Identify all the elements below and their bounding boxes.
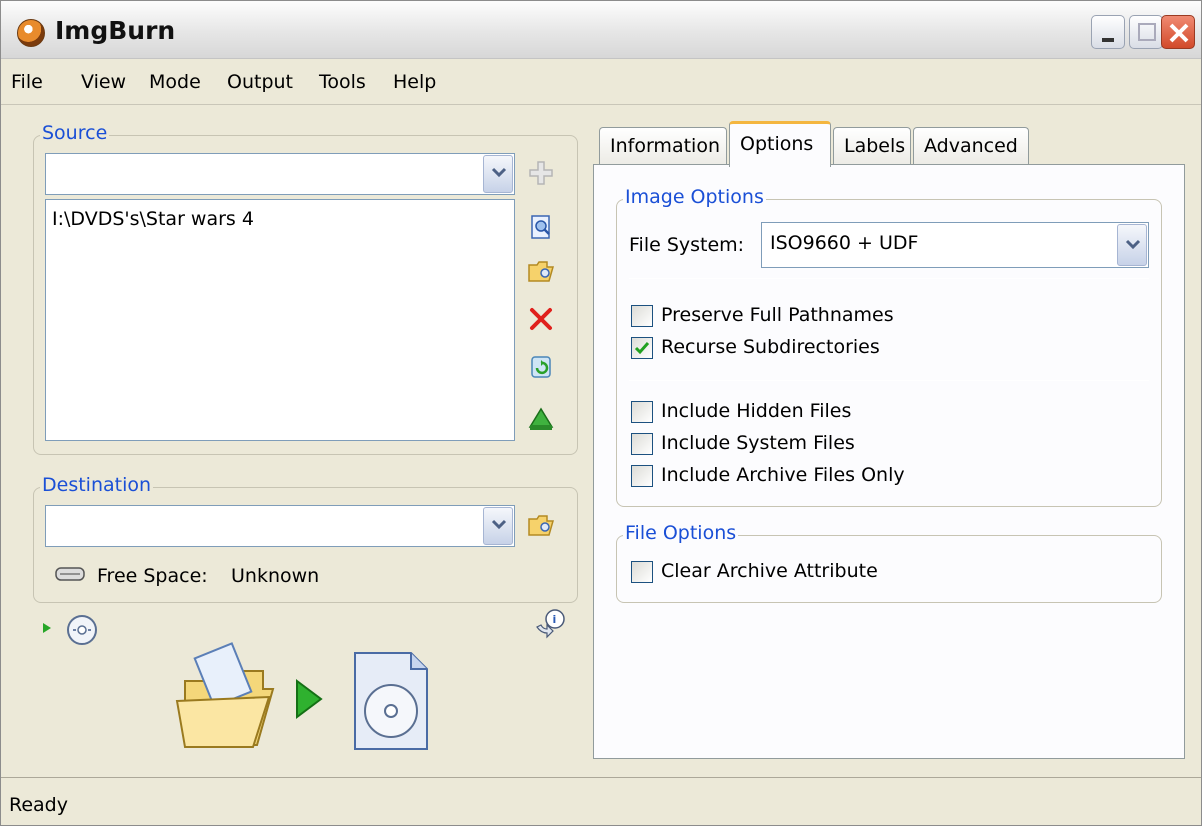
build-icon: [175, 642, 428, 750]
source-list-item[interactable]: I:\DVDS's\Star wars 4: [52, 208, 254, 230]
browse-folder-icon[interactable]: [527, 257, 555, 285]
source-combo[interactable]: [45, 153, 515, 195]
delete-icon[interactable]: [527, 305, 555, 333]
minimize-icon: [1102, 38, 1114, 42]
destination-dropdown-button[interactable]: [483, 507, 513, 545]
image-options-label: Image Options: [623, 186, 766, 208]
checkbox-box[interactable]: [631, 465, 653, 487]
refresh-icon[interactable]: [527, 353, 555, 381]
chevron-down-icon: [1125, 239, 1141, 250]
source-dropdown-button[interactable]: [483, 155, 513, 193]
checkbox-box[interactable]: [631, 433, 653, 455]
menu-help[interactable]: Help: [393, 71, 436, 93]
window-title: ImgBurn: [55, 16, 176, 45]
file-system-combo[interactable]: ISO9660 + UDF: [761, 222, 1149, 268]
options-panel: Image Options File System: ISO9660 + UDF…: [593, 164, 1185, 759]
file-options-label: File Options: [623, 522, 739, 544]
status-text: Ready: [9, 794, 68, 816]
status-bar: Ready: [1, 777, 1201, 825]
free-space-label: Free Space:: [97, 565, 208, 587]
imgburn-window: ImgBurn File View Mode Output Tools Help…: [0, 0, 1202, 826]
checkbox-box[interactable]: [631, 337, 653, 359]
maximize-button[interactable]: [1129, 15, 1163, 49]
title-bar[interactable]: ImgBurn: [1, 1, 1201, 59]
close-icon: [1169, 23, 1189, 43]
expand-arrow-icon[interactable]: [41, 621, 53, 635]
destination-browse-folder-icon[interactable]: [527, 511, 555, 539]
menu-file[interactable]: File: [11, 71, 43, 93]
close-button[interactable]: [1161, 15, 1195, 49]
menu-bar: File View Mode Output Tools Help: [1, 59, 1201, 105]
menu-view[interactable]: View: [81, 71, 126, 93]
tab-options[interactable]: Options: [729, 121, 831, 167]
file-options-group: File Options Clear Archive Attribute: [616, 522, 1162, 603]
plus-icon[interactable]: [527, 159, 555, 187]
free-space-value: Unknown: [231, 565, 320, 587]
tab-advanced[interactable]: Advanced: [913, 127, 1029, 165]
menu-output[interactable]: Output: [227, 71, 293, 93]
minimize-button[interactable]: [1091, 15, 1125, 49]
calculate-icon[interactable]: [527, 405, 555, 433]
file-system-value: ISO9660 + UDF: [770, 232, 919, 254]
disc-icon[interactable]: [65, 613, 99, 647]
separator: [629, 278, 1149, 279]
source-label: Source: [40, 122, 110, 144]
destination-combo[interactable]: [45, 505, 515, 547]
checkbox-box[interactable]: [631, 305, 653, 327]
image-options-group: Image Options File System: ISO9660 + UDF…: [616, 186, 1162, 507]
tab-information[interactable]: Information: [599, 127, 727, 165]
imgburn-app-icon: [17, 19, 45, 47]
menu-mode[interactable]: Mode: [149, 71, 201, 93]
file-system-dropdown-button[interactable]: [1117, 224, 1147, 266]
browse-file-icon[interactable]: [527, 213, 555, 241]
separator: [629, 380, 1149, 381]
svg-text:i: i: [553, 613, 557, 626]
destination-label: Destination: [40, 474, 154, 496]
check-icon: [634, 342, 650, 355]
checkbox-box[interactable]: [631, 561, 653, 583]
menu-tools[interactable]: Tools: [319, 71, 366, 93]
file-system-label: File System:: [629, 234, 745, 256]
maximize-icon: [1138, 23, 1156, 41]
checkbox-box[interactable]: [631, 401, 653, 423]
tab-labels[interactable]: Labels: [833, 127, 911, 165]
source-listbox[interactable]: I:\DVDS's\Star wars 4: [45, 199, 515, 441]
chevron-down-icon: [491, 519, 507, 530]
chevron-down-icon: [491, 167, 507, 178]
build-button[interactable]: [173, 641, 443, 753]
info-icon[interactable]: i: [533, 607, 569, 639]
drive-icon: [55, 567, 85, 581]
